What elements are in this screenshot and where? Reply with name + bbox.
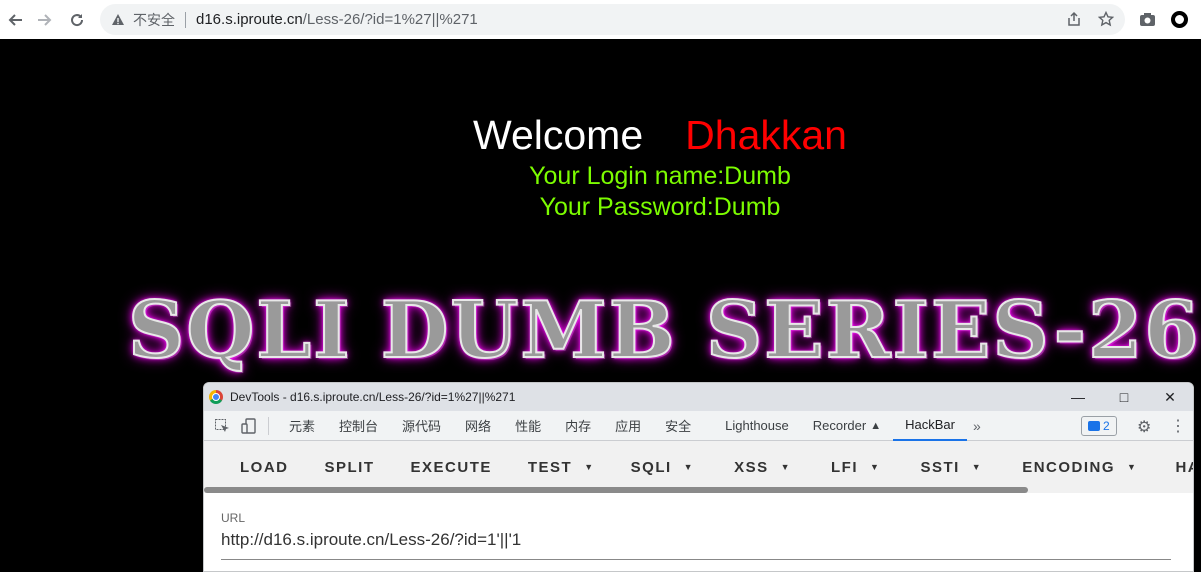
minimize-button[interactable]: — bbox=[1055, 383, 1101, 411]
inspect-element-icon[interactable] bbox=[213, 417, 231, 435]
back-button[interactable] bbox=[0, 5, 30, 35]
hash-label: HASH bbox=[1175, 458, 1193, 476]
welcome-heading: Welcome Dhakkan bbox=[0, 112, 1201, 159]
devtools-title: DevTools - d16.s.iproute.cn/Less-26/?id=… bbox=[230, 390, 516, 404]
device-toolbar-icon[interactable] bbox=[240, 417, 258, 435]
test-dropdown[interactable]: TEST ▼ bbox=[510, 441, 613, 493]
divider bbox=[185, 11, 186, 28]
settings-gear-icon[interactable]: ⚙ bbox=[1137, 417, 1151, 437]
lfi-label: LFI bbox=[831, 458, 859, 476]
flask-icon: ▲ bbox=[870, 419, 882, 432]
issues-badge[interactable]: 2 bbox=[1081, 416, 1117, 436]
tab-hackbar[interactable]: HackBar bbox=[893, 411, 967, 441]
caret-down-icon: ▼ bbox=[870, 462, 881, 472]
sqli-label: SQLI bbox=[630, 458, 672, 476]
caret-down-icon: ▼ bbox=[683, 462, 695, 472]
xss-label: XSS bbox=[734, 458, 769, 476]
execute-button[interactable]: EXECUTE bbox=[393, 441, 510, 493]
encoding-dropdown[interactable]: ENCODING ▼ bbox=[1000, 441, 1155, 493]
warning-icon bbox=[112, 13, 124, 25]
hash-dropdown[interactable]: HASH bbox=[1155, 441, 1193, 493]
reload-button[interactable] bbox=[62, 5, 92, 35]
arrow-left-icon bbox=[8, 14, 22, 26]
tab-network[interactable]: 网络 bbox=[453, 411, 503, 441]
xss-dropdown[interactable]: XSS ▼ bbox=[712, 441, 809, 493]
caret-down-icon: ▼ bbox=[780, 462, 792, 472]
tab-recorder-label: Recorder bbox=[812, 418, 867, 433]
more-tabs-chevron-icon[interactable]: » bbox=[967, 418, 987, 434]
profile-avatar-icon[interactable] bbox=[1171, 11, 1188, 28]
hackbar-toolbar: LOAD SPLIT EXECUTE TEST ▼ SQLI ▼ XSS ▼ LFI ▼… bbox=[204, 441, 1193, 493]
lfi-dropdown[interactable]: LFI ▼ bbox=[809, 441, 898, 493]
load-button[interactable]: LOAD bbox=[204, 441, 307, 493]
url-path[interactable]: /Less-26/?id=1%27||%271 bbox=[303, 11, 478, 28]
divider bbox=[268, 416, 269, 435]
caret-down-icon: ▼ bbox=[584, 462, 595, 472]
welcome-text: Welcome bbox=[473, 112, 644, 158]
close-button[interactable]: ✕ bbox=[1147, 383, 1193, 411]
tab-security[interactable]: 安全 bbox=[653, 411, 703, 441]
more-options-icon[interactable]: ⋮ bbox=[1170, 416, 1186, 436]
forward-button[interactable] bbox=[30, 5, 60, 35]
devtools-tabbar: 元素 控制台 源代码 网络 性能 内存 应用 安全 Lighthouse Rec… bbox=[204, 411, 1193, 441]
login-name-text: Your Login name:Dumb bbox=[529, 162, 791, 190]
minimize-icon: — bbox=[1071, 389, 1085, 405]
maximize-icon: □ bbox=[1119, 389, 1129, 405]
chrome-icon bbox=[209, 390, 223, 404]
issues-count: 2 bbox=[1103, 419, 1110, 433]
split-button[interactable]: SPLIT bbox=[307, 441, 393, 493]
hackbar-url-field[interactable]: URL http://d16.s.iproute.cn/Less-26/?id=… bbox=[204, 493, 1193, 560]
devtools-titlebar: DevTools - d16.s.iproute.cn/Less-26/?id=… bbox=[204, 383, 1193, 411]
test-label: TEST bbox=[527, 458, 573, 476]
security-label[interactable]: 不安全 bbox=[133, 10, 175, 30]
message-icon bbox=[1088, 421, 1100, 431]
encoding-label: ENCODING bbox=[1022, 458, 1116, 476]
maximize-button[interactable]: □ bbox=[1101, 383, 1147, 411]
devtools-window: DevTools - d16.s.iproute.cn/Less-26/?id=… bbox=[203, 382, 1194, 572]
tab-elements[interactable]: 元素 bbox=[277, 411, 327, 441]
sqli-dropdown[interactable]: SQLI ▼ bbox=[613, 441, 712, 493]
share-icon[interactable] bbox=[1065, 10, 1083, 28]
url-field-label: URL bbox=[221, 511, 246, 525]
bookmark-star-icon[interactable] bbox=[1097, 10, 1115, 28]
caret-down-icon: ▼ bbox=[1127, 462, 1138, 472]
url-input[interactable]: http://d16.s.iproute.cn/Less-26/?id=1'||… bbox=[221, 530, 1193, 550]
reload-icon bbox=[71, 14, 84, 27]
arrow-right-icon bbox=[38, 14, 52, 26]
tab-performance[interactable]: 性能 bbox=[503, 411, 553, 441]
url-host[interactable]: d16.s.iproute.cn bbox=[196, 11, 303, 28]
address-bar[interactable]: 不安全 d16.s.iproute.cn/Less-26/?id=1%27||%… bbox=[100, 4, 1125, 35]
caret-down-icon: ▼ bbox=[971, 462, 983, 472]
close-icon: ✕ bbox=[1164, 388, 1176, 405]
url-input-underline bbox=[221, 559, 1171, 560]
tab-application[interactable]: 应用 bbox=[603, 411, 653, 441]
camera-icon[interactable] bbox=[1139, 11, 1156, 28]
ssti-dropdown[interactable]: SSTI ▼ bbox=[898, 441, 1000, 493]
series-title-logo: SQLI DUMB SERIES-26 bbox=[127, 284, 1201, 377]
password-text: Your Password:Dumb bbox=[539, 193, 781, 221]
tab-console[interactable]: 控制台 bbox=[327, 411, 390, 441]
tab-lighthouse[interactable]: Lighthouse bbox=[713, 411, 801, 441]
ssti-label: SSTI bbox=[920, 458, 960, 476]
tab-sources[interactable]: 源代码 bbox=[390, 411, 453, 441]
browser-toolbar: 不安全 d16.s.iproute.cn/Less-26/?id=1%27||%… bbox=[0, 0, 1201, 39]
welcome-name: Dhakkan bbox=[685, 112, 847, 158]
tab-memory[interactable]: 内存 bbox=[553, 411, 603, 441]
tab-recorder[interactable]: Recorder ▲ bbox=[801, 411, 893, 441]
